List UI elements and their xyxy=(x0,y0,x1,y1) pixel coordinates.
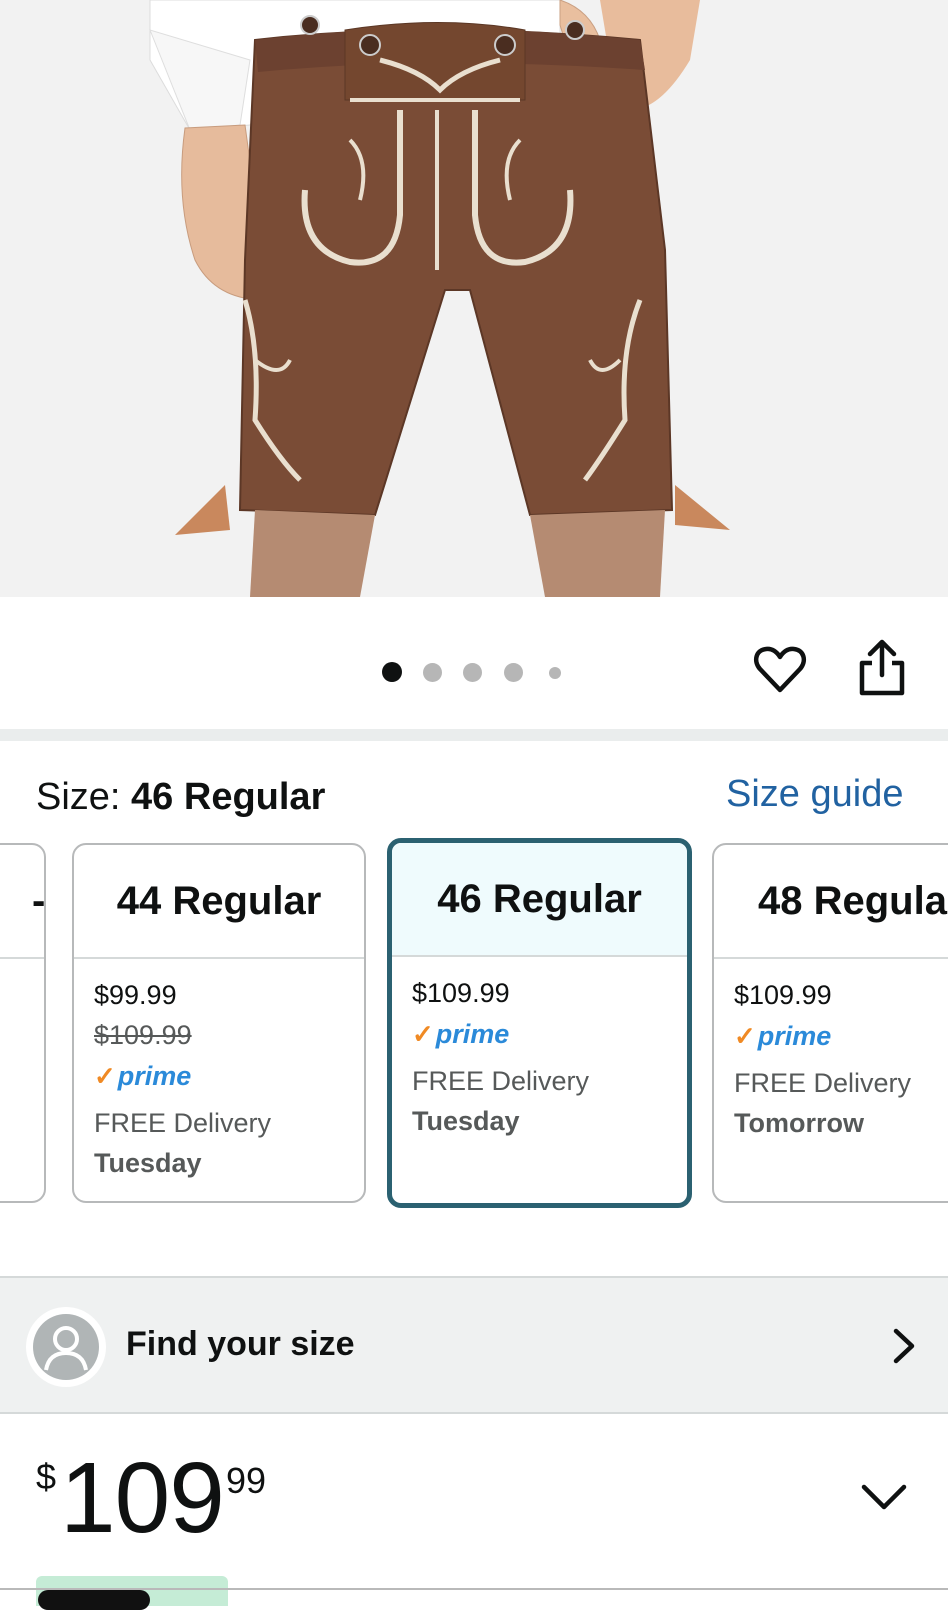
prime-badge: ✓ prime xyxy=(94,1055,344,1097)
size-card-price: $99.99 xyxy=(94,980,177,1010)
bottom-pill xyxy=(38,1590,150,1610)
size-guide-link[interactable]: Size guide xyxy=(726,773,903,816)
size-card-delivery: FREE Delivery xyxy=(412,1066,590,1096)
chevron-down-icon[interactable] xyxy=(860,1482,908,1512)
carousel-dot-active[interactable] xyxy=(382,662,402,682)
size-label-prefix: Size: xyxy=(36,776,132,818)
price-symbol: $ xyxy=(36,1456,57,1497)
heart-icon[interactable] xyxy=(752,642,808,698)
carousel-bar xyxy=(0,597,948,729)
carousel-dot[interactable] xyxy=(423,663,442,682)
size-card-price: $109.99 xyxy=(412,978,510,1008)
prime-check-icon: ✓ xyxy=(412,1019,434,1049)
prime-label: prime xyxy=(117,1061,192,1091)
price-fraction: 99 xyxy=(226,1460,267,1501)
lederhosen-illustration xyxy=(0,0,948,597)
share-icon[interactable] xyxy=(856,637,908,697)
size-card-title: 44 Regular xyxy=(74,845,364,959)
carousel-dot[interactable] xyxy=(463,663,482,682)
chevron-right-icon[interactable] xyxy=(884,1326,924,1366)
size-card-list-price: $109.99 xyxy=(94,1020,192,1050)
product-image[interactable] xyxy=(0,0,948,597)
prime-label: prime xyxy=(435,1019,510,1049)
size-label: Size: 46 Regular xyxy=(36,776,325,819)
prime-label: prime xyxy=(757,1021,832,1051)
size-card-delivery-day: Tuesday xyxy=(412,1106,520,1136)
price-whole: 109 xyxy=(60,1442,225,1554)
prime-badge: ✓ prime xyxy=(412,1013,667,1055)
size-card-header: - xyxy=(0,845,44,959)
size-card-48-regular[interactable]: 48 Regular $109.99 ✓ prime FREE Delivery … xyxy=(712,843,948,1203)
size-card-46-regular[interactable]: 46 Regular $109.99 ✓ prime FREE Delivery … xyxy=(387,838,692,1208)
prime-check-icon: ✓ xyxy=(94,1061,116,1091)
size-card-delivery: FREE Delivery xyxy=(734,1068,912,1098)
size-card-price: $109.99 xyxy=(734,980,832,1010)
selected-size-value: 46 Regular xyxy=(131,776,326,818)
size-card-title: 48 Regular xyxy=(714,845,948,959)
size-card-partial[interactable]: - xyxy=(0,843,46,1203)
section-divider xyxy=(0,729,948,741)
size-card-delivery: FREE Delivery xyxy=(94,1108,272,1138)
size-card-title: 46 Regular xyxy=(392,843,687,957)
size-card-44-regular[interactable]: 44 Regular $99.99 $109.99 ✓ prime FREE De… xyxy=(72,843,366,1203)
find-your-size-label: Find your size xyxy=(126,1325,355,1363)
size-card-delivery-day: Tomorrow xyxy=(734,1108,864,1138)
carousel-dot[interactable] xyxy=(504,663,523,682)
person-icon xyxy=(33,1314,99,1380)
prime-check-icon: ✓ xyxy=(734,1021,756,1051)
prime-badge: ✓ prime xyxy=(734,1015,948,1057)
carousel-dot[interactable] xyxy=(549,667,561,679)
size-card-delivery-day: Tuesday xyxy=(94,1148,202,1178)
